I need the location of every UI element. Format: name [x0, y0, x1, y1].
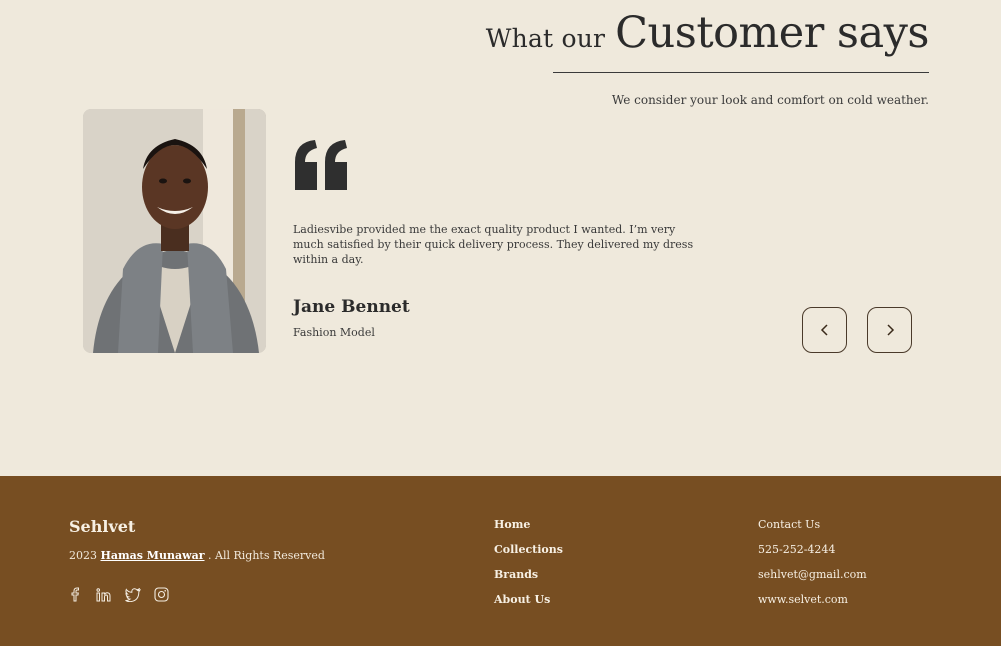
facebook-icon[interactable] — [66, 586, 83, 603]
contact-phone[interactable]: 525-252-4244 — [758, 542, 867, 557]
footer-link-home[interactable]: Home — [494, 517, 563, 532]
twitter-icon[interactable] — [124, 586, 141, 603]
heading-big: Customer says — [615, 8, 929, 58]
footer-link-about-us[interactable]: About Us — [494, 592, 563, 607]
testimonial-section: What our Customer says We consider your … — [0, 0, 1001, 476]
author-link[interactable]: Hamas Munawar — [101, 549, 205, 562]
copyright: 2023 Hamas Munawar . All Rights Reserved — [69, 549, 325, 562]
footer-nav: Home Collections Brands About Us — [494, 517, 563, 607]
footer-contact: Contact Us 525-252-4244 sehlvet@gmail.co… — [758, 517, 867, 607]
linkedin-icon[interactable] — [95, 586, 112, 603]
footer-link-collections[interactable]: Collections — [494, 542, 563, 557]
customer-photo-illustration — [83, 109, 266, 353]
site-footer: Sehlvet 2023 Hamas Munawar . All Rights … — [0, 476, 1001, 646]
testimonial-quote: Ladiesvibe provided me the exact quality… — [293, 223, 694, 266]
heading-divider — [553, 72, 929, 73]
footer-link-brands[interactable]: Brands — [494, 567, 563, 582]
customer-photo — [83, 109, 266, 353]
chevron-right-icon — [886, 324, 894, 336]
previous-testimonial-button[interactable] — [802, 307, 847, 353]
contact-email[interactable]: sehlvet@gmail.com — [758, 567, 867, 582]
customer-role: Fashion Model — [293, 326, 375, 339]
chevron-left-icon — [820, 324, 828, 336]
customer-name: Jane Bennet — [293, 297, 410, 317]
copyright-suffix: . All Rights Reserved — [208, 549, 325, 562]
copyright-year: 2023 — [69, 549, 97, 562]
section-heading: What our Customer says — [485, 8, 930, 58]
contact-website[interactable]: www.selvet.com — [758, 592, 867, 607]
heading-small: What our — [485, 24, 606, 53]
instagram-icon[interactable] — [153, 586, 170, 603]
section-subtitle: We consider your look and comfort on col… — [611, 93, 929, 107]
social-links — [66, 586, 170, 603]
contact-title: Contact Us — [758, 518, 821, 531]
quote-icon — [295, 140, 347, 190]
next-testimonial-button[interactable] — [867, 307, 912, 353]
footer-brand: Sehlvet — [69, 517, 136, 536]
